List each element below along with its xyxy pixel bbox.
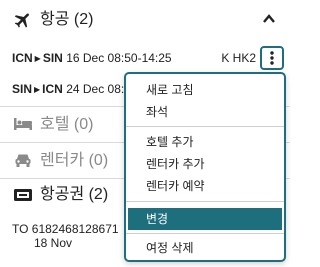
menu-item-add-hotel[interactable]: 호텔 추가: [146, 134, 194, 150]
flights-title: 항공 (2): [40, 11, 94, 28]
segment-destination: ICN: [42, 82, 63, 96]
hotel-title[interactable]: 호텔 (0): [40, 115, 93, 135]
ticket-icon: [12, 185, 34, 205]
menu-item-book-car[interactable]: 렌터카 예약: [146, 178, 205, 194]
menu-divider: [126, 201, 284, 202]
menu-divider: [126, 233, 284, 234]
car-icon: [12, 150, 34, 170]
ticket-number: TO 6182468128671: [12, 222, 119, 236]
menu-divider: [126, 126, 284, 127]
kebab-icon: [270, 51, 274, 65]
arrow-right-icon: ▶: [34, 85, 41, 94]
segment-origin: ICN: [12, 51, 33, 65]
options-menu: 새로 고침 좌석 호텔 추가 렌터카 추가 렌터카 예약 변경 여정 삭제: [124, 72, 286, 262]
menu-item-change[interactable]: 변경: [128, 208, 282, 230]
arrow-right-icon: ▶: [34, 54, 41, 63]
chevron-up-icon[interactable]: [262, 12, 276, 31]
ticket-date: 18 Nov: [34, 236, 73, 250]
menu-item-delete-trip[interactable]: 여정 삭제: [146, 240, 194, 256]
segment-details: 16 Dec 08:50-14:25: [66, 51, 172, 65]
flight-segment-1[interactable]: ICN ▶ SIN 16 Dec 08:50-14:25: [12, 50, 172, 67]
segment-status: K HK2: [221, 51, 256, 65]
menu-item-add-car[interactable]: 렌터카 추가: [146, 156, 205, 172]
ticket-title[interactable]: 항공권 (2): [40, 185, 108, 205]
bed-icon: [12, 114, 34, 134]
more-options-button[interactable]: [260, 46, 284, 70]
segment-destination: SIN: [42, 51, 63, 65]
car-title[interactable]: 렌터카 (0): [40, 151, 108, 171]
segment-details: 24 Dec 08:: [66, 82, 125, 96]
menu-item-refresh[interactable]: 새로 고침: [146, 82, 194, 98]
flights-header[interactable]: 항공 (2): [0, 0, 290, 40]
airplane-icon: [12, 10, 34, 30]
menu-item-seat[interactable]: 좌석: [146, 104, 168, 120]
flight-segment-2[interactable]: SIN ▶ ICN 24 Dec 08:: [12, 81, 124, 98]
segment-origin: SIN: [12, 82, 33, 96]
